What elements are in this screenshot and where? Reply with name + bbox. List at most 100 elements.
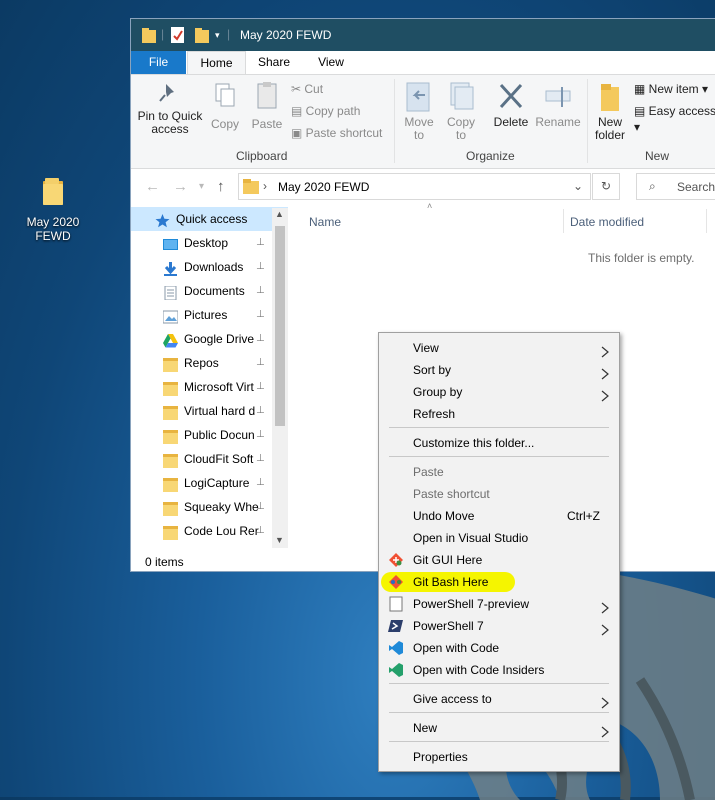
desktop-folder-icon[interactable]: May 2020 FEWD bbox=[18, 178, 88, 243]
delete-label: Delete bbox=[493, 115, 529, 129]
menu-item-git-gui-here[interactable]: Git GUI Here bbox=[382, 549, 616, 571]
nav-item-code-lou-rer[interactable]: Code Lou Rer ⊥ bbox=[131, 519, 288, 543]
back-arrow-icon[interactable]: ← bbox=[145, 178, 160, 195]
menu-item-sort-by[interactable]: Sort by bbox=[382, 359, 616, 381]
pin-quick-access-button[interactable]: Pin to Quick access bbox=[137, 81, 203, 136]
desktop-icon-label: May 2020 FEWD bbox=[26, 215, 80, 243]
pin-icon: ⊥ bbox=[256, 453, 265, 464]
nav-item-desktop[interactable]: Desktop ⊥ bbox=[131, 231, 288, 255]
powershell-icon bbox=[388, 618, 404, 634]
easy-access-button[interactable]: ▤ Easy access ▾ bbox=[634, 103, 715, 134]
menu-separator bbox=[389, 712, 609, 713]
copy-to-button[interactable]: Copy to bbox=[443, 81, 479, 142]
nav-item-google-drive[interactable]: Google Drive ⊥ bbox=[131, 327, 288, 351]
menu-item-powershell-7[interactable]: PowerShell 7 bbox=[382, 615, 616, 637]
new-folder-button[interactable]: New folder bbox=[591, 81, 629, 142]
menu-item-label: Open with Code Insiders bbox=[413, 663, 545, 677]
cut-button[interactable]: ✂ Cut bbox=[291, 81, 323, 97]
chevron-right-icon bbox=[600, 694, 610, 709]
column-header-date-modified[interactable]: Date modified bbox=[570, 215, 644, 229]
new-folder-icon[interactable] bbox=[195, 27, 209, 43]
nav-item-label: Virtual hard d bbox=[184, 404, 256, 418]
nav-item-logicapture[interactable]: LogiCapture ⊥ bbox=[131, 471, 288, 495]
menu-item-give-access-to[interactable]: Give access to bbox=[382, 688, 616, 710]
nav-item-pictures[interactable]: Pictures ⊥ bbox=[131, 303, 288, 327]
pin-icon: ⊥ bbox=[256, 501, 265, 512]
forward-arrow-icon[interactable]: → bbox=[173, 178, 188, 195]
menu-item-label: Give access to bbox=[413, 692, 492, 706]
properties-icon[interactable] bbox=[171, 27, 184, 43]
menu-item-label: Group by bbox=[413, 385, 463, 399]
nav-item-quick-access[interactable]: Quick access bbox=[131, 207, 288, 231]
copy-path-button[interactable]: ▤ Copy path bbox=[291, 103, 360, 119]
address-dropdown-icon[interactable]: ⌄ bbox=[573, 179, 583, 193]
copy-button[interactable]: Copy bbox=[207, 81, 243, 131]
nav-item-downloads[interactable]: Downloads ⊥ bbox=[131, 255, 288, 279]
nav-item-label: Code Lou Rer bbox=[184, 524, 259, 538]
menu-item-git-bash-here[interactable]: Git Bash Here bbox=[381, 571, 616, 593]
nav-item-public-docun[interactable]: Public Docun ⊥ bbox=[131, 423, 288, 447]
refresh-button[interactable]: ↻ bbox=[592, 173, 620, 200]
tab-home[interactable]: Home bbox=[187, 51, 246, 74]
scroll-up-icon[interactable]: ▲ bbox=[275, 209, 284, 219]
scissors-icon: ✂ bbox=[291, 82, 305, 96]
menu-item-group-by[interactable]: Group by bbox=[382, 381, 616, 403]
rename-label: Rename bbox=[535, 115, 581, 129]
nav-scrollbar-thumb[interactable] bbox=[275, 226, 285, 426]
move-to-icon bbox=[406, 82, 430, 112]
nav-item-cloudfit-soft[interactable]: CloudFit Soft ⊥ bbox=[131, 447, 288, 471]
menu-item-label: Git Bash Here bbox=[413, 575, 489, 589]
nav-item-repos[interactable]: Repos ⊥ bbox=[131, 351, 288, 375]
pin-icon: ⊥ bbox=[256, 405, 265, 416]
menu-item-paste[interactable]: Paste bbox=[382, 461, 616, 483]
menu-item-open-in-visual-studio[interactable]: Open in Visual Studio bbox=[382, 527, 616, 549]
delete-button[interactable]: Delete bbox=[489, 81, 533, 129]
tab-share[interactable]: Share bbox=[249, 51, 299, 74]
breadcrumb-chevron-icon: › bbox=[263, 179, 267, 193]
menu-item-undo-move[interactable]: Undo Move Ctrl+Z bbox=[382, 505, 616, 527]
menu-item-powershell-7-preview[interactable]: PowerShell 7-preview bbox=[382, 593, 616, 615]
nav-item-microsoft-virt[interactable]: Microsoft Virt ⊥ bbox=[131, 375, 288, 399]
up-arrow-icon[interactable]: ↑ bbox=[217, 178, 225, 195]
menu-item-open-with-code[interactable]: Open with Code bbox=[382, 637, 616, 659]
menu-item-label: Open with Code bbox=[413, 641, 500, 655]
menu-item-open-with-code-insiders[interactable]: Open with Code Insiders bbox=[382, 659, 616, 681]
paste-shortcut-button[interactable]: ▣ Paste shortcut bbox=[291, 125, 382, 141]
nav-item-squeaky-whe[interactable]: Squeaky Whe ⊥ bbox=[131, 495, 288, 519]
nav-scrollbar[interactable]: ▲ ▼ bbox=[272, 208, 288, 548]
menu-item-new[interactable]: New bbox=[382, 717, 616, 739]
menu-separator bbox=[389, 683, 609, 684]
nav-item-label: Microsoft Virt bbox=[184, 380, 254, 394]
menu-item-paste-shortcut[interactable]: Paste shortcut bbox=[382, 483, 616, 505]
tab-view[interactable]: View bbox=[306, 51, 356, 74]
chevron-right-icon bbox=[600, 599, 610, 614]
star-icon bbox=[155, 212, 170, 228]
scroll-down-icon[interactable]: ▼ bbox=[275, 535, 284, 545]
nav-item-label: CloudFit Soft bbox=[184, 452, 254, 466]
new-item-button[interactable]: ▦ New item ▾ bbox=[634, 81, 708, 97]
tab-file[interactable]: File bbox=[131, 51, 186, 74]
menu-item-view[interactable]: View bbox=[382, 337, 616, 359]
rename-button[interactable]: Rename bbox=[535, 81, 581, 129]
menu-item-customize-this-folder[interactable]: Customize this folder... bbox=[382, 432, 616, 454]
nav-item-virtual-hard-d[interactable]: Virtual hard d ⊥ bbox=[131, 399, 288, 423]
move-to-button[interactable]: Move to bbox=[401, 81, 437, 142]
pin-icon: ⊥ bbox=[256, 309, 265, 320]
recent-locations-icon[interactable]: ▾ bbox=[199, 181, 204, 192]
context-menu: View Sort by Group by Refresh Customize this… bbox=[378, 332, 620, 772]
search-box[interactable]: ⌕ Search bbox=[636, 173, 715, 200]
chevron-down-icon[interactable]: ▾ bbox=[215, 30, 220, 41]
title-bar[interactable]: | ▾ | May 2020 FEWD bbox=[131, 19, 715, 51]
menu-item-label: Undo Move bbox=[413, 509, 475, 523]
column-header-name[interactable]: Name bbox=[309, 215, 341, 229]
copy-to-label: Copy to bbox=[446, 115, 475, 142]
nav-item-documents[interactable]: Documents ⊥ bbox=[131, 279, 288, 303]
chevron-right-icon bbox=[600, 723, 610, 738]
empty-folder-message: This folder is empty. bbox=[588, 251, 695, 265]
address-bar[interactable]: › May 2020 FEWD ⌄ bbox=[238, 173, 591, 200]
menu-item-refresh[interactable]: Refresh bbox=[382, 403, 616, 425]
menu-item-properties[interactable]: Properties bbox=[382, 746, 616, 768]
paste-button[interactable]: Paste bbox=[247, 81, 287, 131]
nav-item-label: Squeaky Whe bbox=[184, 500, 259, 514]
menu-separator bbox=[389, 427, 609, 428]
